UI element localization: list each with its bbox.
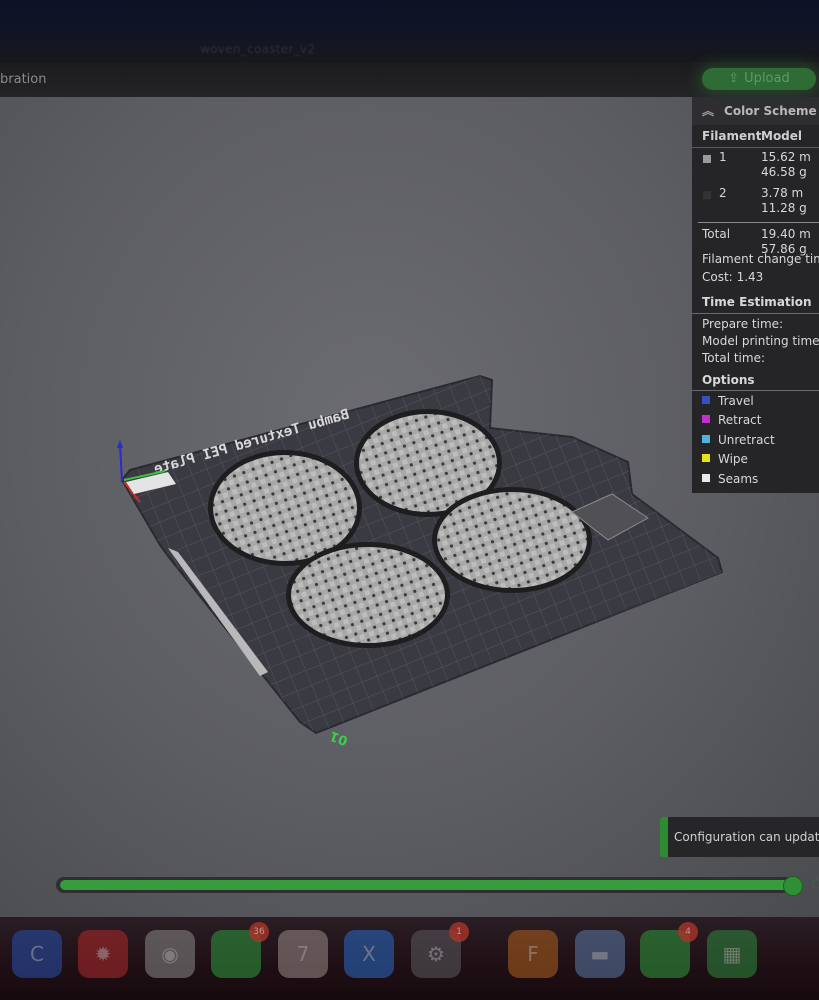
plate-number: 01 xyxy=(328,728,350,748)
col-model: Model xyxy=(761,129,803,143)
filament-length: 3.78 m xyxy=(761,186,804,200)
window-title: woven_coaster_v2 xyxy=(200,42,316,56)
divider xyxy=(692,390,819,391)
color-scheme-header[interactable]: ︽ Color Scheme xyxy=(692,97,819,125)
filament-length: 15.62 m xyxy=(761,150,811,164)
wipe-swatch xyxy=(702,454,710,462)
cost-line: Cost: 1.43 xyxy=(702,270,763,284)
z-axis-arrow xyxy=(117,440,123,448)
upload-label: Upload xyxy=(744,71,790,86)
option-wipe[interactable]: Wipe xyxy=(702,452,748,466)
coaster-1[interactable] xyxy=(213,455,357,561)
option-label: Wipe xyxy=(718,452,748,466)
notification-badge: 36 xyxy=(249,922,269,942)
dock-app-chrome[interactable]: ◉ xyxy=(145,930,195,978)
filament-weight: 46.58 g xyxy=(761,165,807,179)
app-red-icon: ✹ xyxy=(94,942,112,966)
coaster-3[interactable] xyxy=(291,547,445,643)
filament-row: 1 15.62 m 46.58 g xyxy=(692,148,819,184)
filament-change-label: Filament change times xyxy=(702,252,819,266)
dock-app-preview[interactable]: ▬ xyxy=(575,930,625,978)
z-axis xyxy=(119,443,123,483)
config-update-notification[interactable]: Configuration can update now. xyxy=(660,817,819,857)
options-heading: Options xyxy=(702,373,755,387)
toolbar: bration xyxy=(0,62,819,97)
filament-weight: 11.28 g xyxy=(761,201,807,215)
xcode-icon: X xyxy=(362,942,376,966)
filament-row: 2 3.78 m 11.28 g xyxy=(692,184,819,220)
total-length: 19.40 m xyxy=(761,227,811,241)
layer-slider-thumb[interactable] xyxy=(783,876,803,896)
notification-text: Configuration can update now. xyxy=(674,830,819,844)
option-retract[interactable]: Retract xyxy=(702,413,761,427)
layer-slider-fill xyxy=(60,880,792,890)
collapse-chevron-icon[interactable]: ︽ xyxy=(702,104,714,118)
dock-app-app-red[interactable]: ✹ xyxy=(78,930,128,978)
seams-swatch xyxy=(702,474,710,482)
dock-app-app-c[interactable]: C xyxy=(12,930,62,978)
filament-swatch xyxy=(703,155,711,163)
notification-badge: 1 xyxy=(449,922,469,942)
settings-icon: ⚙ xyxy=(427,942,445,966)
retract-swatch xyxy=(702,415,710,423)
dock-app-calendar[interactable]: 7 xyxy=(278,930,328,978)
calendar-icon: 7 xyxy=(296,942,310,966)
dock-app-numbers[interactable]: ▦ xyxy=(707,930,757,978)
tab-calibration[interactable]: bration xyxy=(0,72,46,87)
option-label: Travel xyxy=(718,394,754,408)
legend-columns: Filament Model xyxy=(692,125,819,148)
cost-value: 1.43 xyxy=(736,270,764,284)
option-label: Unretract xyxy=(718,433,775,447)
option-label: Seams xyxy=(718,472,759,486)
upload-button[interactable]: ⇪ Upload xyxy=(702,68,816,90)
total-time-label: Total time: xyxy=(702,351,765,365)
prepare-time-label: Prepare time: xyxy=(702,317,784,331)
slider-end-icon: ◌ xyxy=(811,876,819,890)
chrome-icon: ◉ xyxy=(161,942,179,966)
filament-id: 1 xyxy=(719,150,727,164)
time-estimation-heading: Time Estimation xyxy=(702,295,812,309)
app-c-icon: C xyxy=(30,942,44,966)
option-seams[interactable]: Seams xyxy=(702,472,758,486)
title-bar: woven_coaster_v2 xyxy=(0,0,819,62)
coaster-4[interactable] xyxy=(437,492,587,588)
divider xyxy=(692,313,819,314)
filament-id: 2 xyxy=(719,186,727,200)
option-label: Retract xyxy=(718,413,762,427)
color-scheme-label: Color Scheme xyxy=(724,104,817,118)
option-travel[interactable]: Travel xyxy=(702,394,754,408)
unretract-swatch xyxy=(702,435,710,443)
preview-icon: ▬ xyxy=(590,942,610,966)
legend-panel: ︽ Color Scheme Filament Model 1 15.62 m 46… xyxy=(692,97,819,493)
numbers-icon: ▦ xyxy=(722,942,742,966)
dock-app-xcode[interactable]: X xyxy=(344,930,394,978)
notification-badge: 4 xyxy=(678,922,698,942)
col-filament: Filament xyxy=(702,129,762,143)
model-print-time-label: Model printing time: xyxy=(702,334,819,348)
upload-icon: ⇪ xyxy=(728,71,740,86)
filament-swatch xyxy=(703,191,711,199)
total-label: Total xyxy=(702,227,731,241)
dock-app-app-orange[interactable]: F xyxy=(508,930,558,978)
app-orange-icon: F xyxy=(527,942,539,966)
option-unretract[interactable]: Unretract xyxy=(702,433,775,447)
cost-label: Cost: xyxy=(702,270,733,284)
travel-swatch xyxy=(702,396,710,404)
